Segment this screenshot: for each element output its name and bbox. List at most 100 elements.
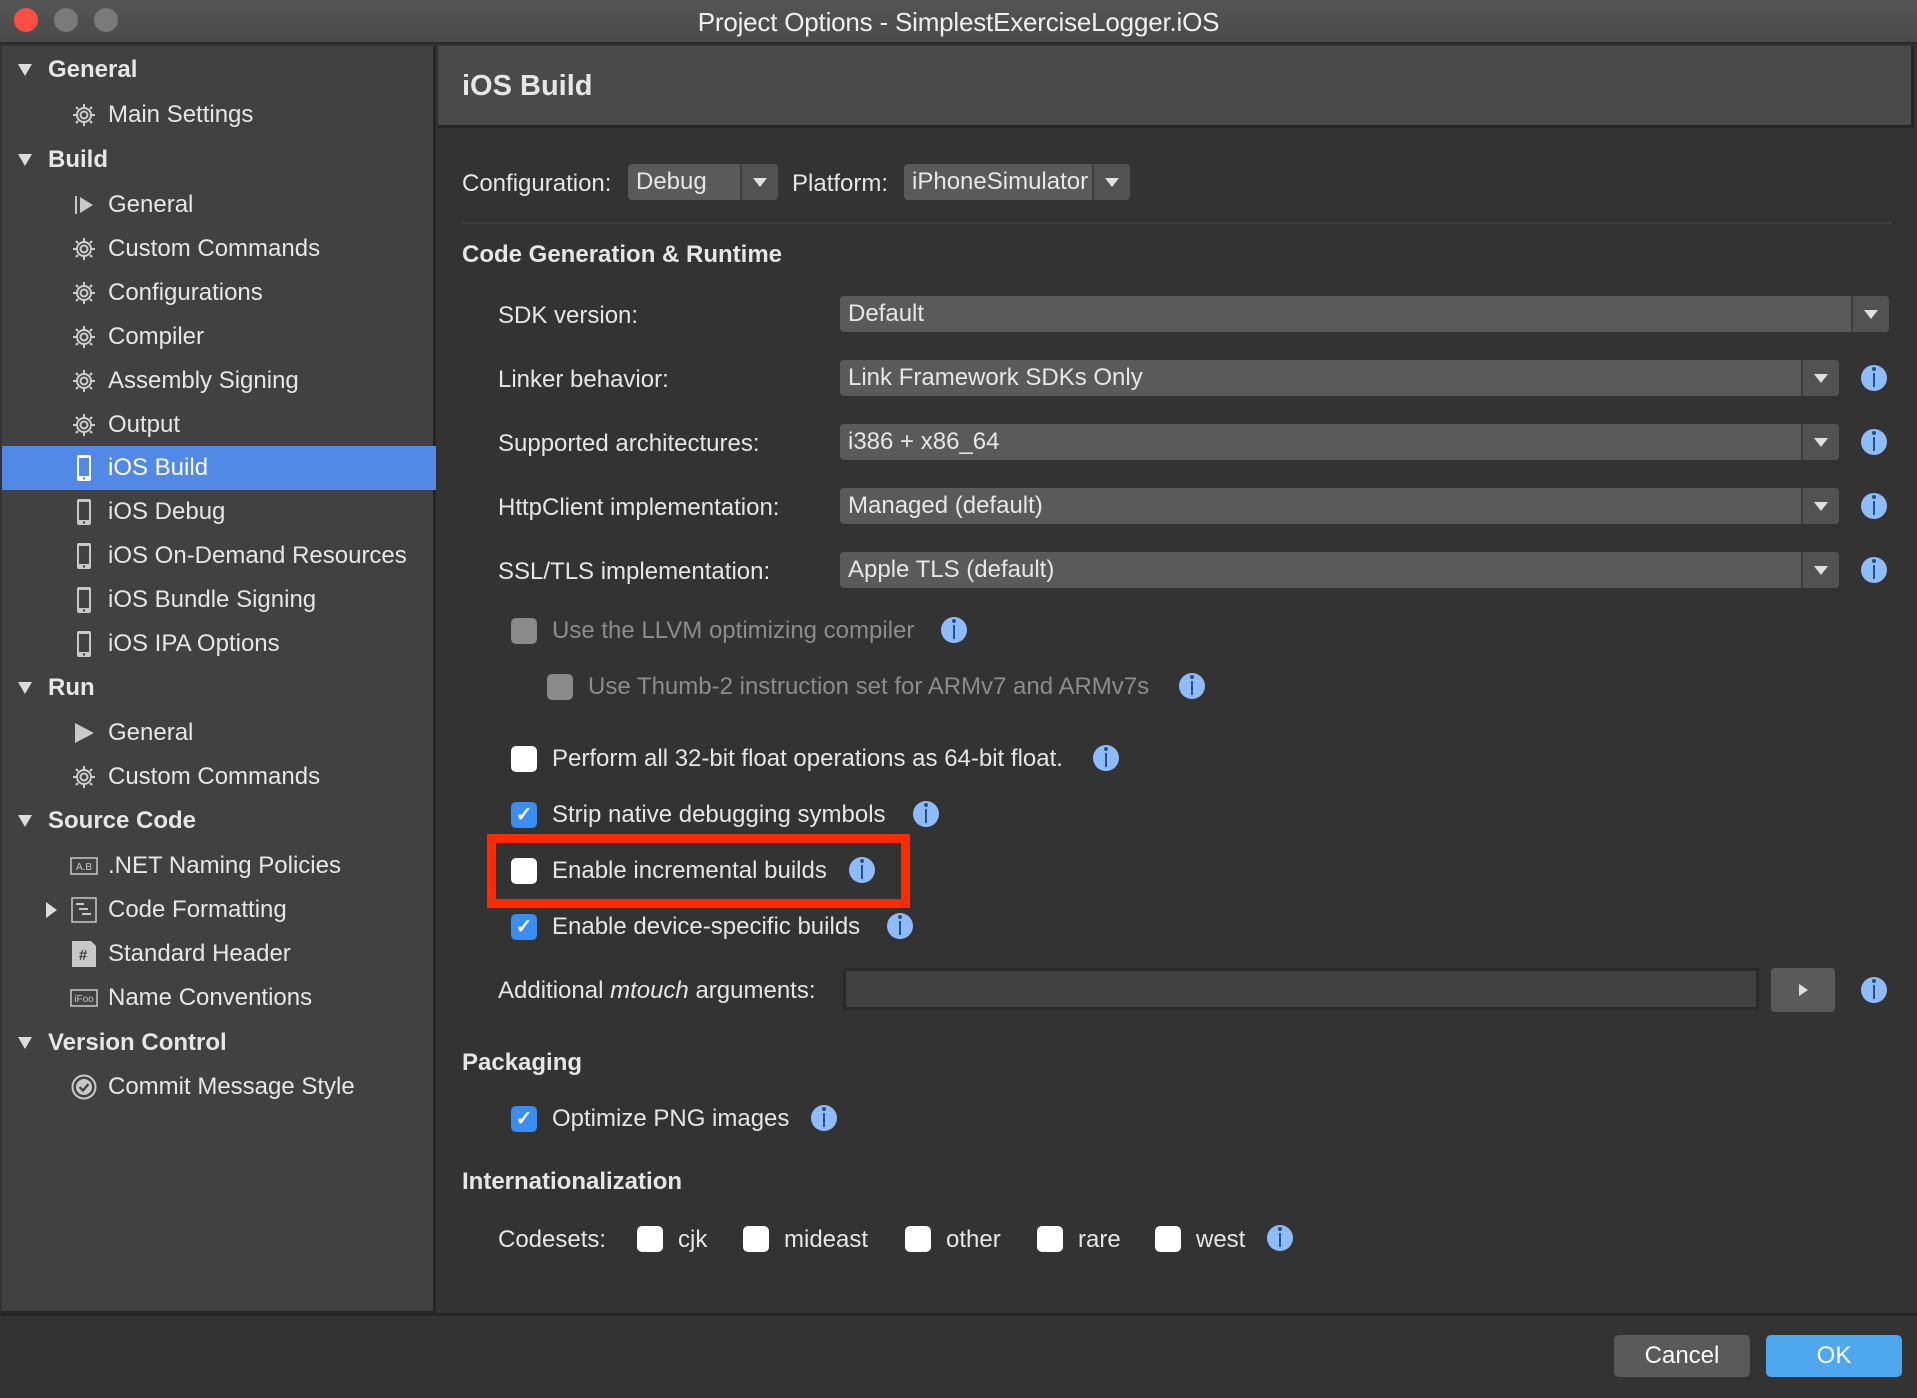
sidebar-item-name-conventions[interactable]: iFoo Name Conventions [2, 976, 436, 1020]
expanded-disclosure-icon[interactable] [18, 64, 32, 76]
linker-behavior-dropdown[interactable]: Link Framework SDKs Only [840, 360, 1839, 396]
codeset-cjk-checkbox[interactable] [637, 1226, 663, 1252]
item-label: Output [108, 411, 181, 438]
supported-architectures-dropdown[interactable]: i386 + x86_64 [840, 424, 1839, 460]
chevron-down-icon[interactable] [1851, 296, 1889, 332]
linker-behavior-label: Linker behavior: [498, 366, 669, 393]
platform-dropdown[interactable]: iPhoneSimulator [904, 164, 1130, 200]
expanded-disclosure-icon[interactable] [18, 154, 32, 166]
chevron-down-icon[interactable] [1801, 360, 1839, 396]
play-arrow-icon [1798, 984, 1808, 996]
chevron-down-icon[interactable] [1801, 488, 1839, 524]
info-icon[interactable] [1861, 557, 1887, 583]
float64-checkbox[interactable] [511, 746, 537, 772]
expanded-disclosure-icon[interactable] [18, 815, 32, 827]
info-icon[interactable] [1179, 673, 1205, 699]
thumb2-checkbox[interactable] [547, 674, 573, 700]
item-label: .NET Naming Policies [108, 852, 341, 879]
chevron-down-icon[interactable] [740, 164, 778, 200]
codeset-west-checkbox[interactable] [1155, 1226, 1181, 1252]
configuration-dropdown[interactable]: Debug [628, 164, 778, 200]
info-icon[interactable] [849, 857, 875, 883]
sdk-version-value: Default [848, 300, 925, 327]
item-label: Name Conventions [108, 984, 313, 1011]
float64-label: Perform all 32-bit float operations as 6… [552, 745, 1063, 772]
ok-button[interactable]: OK [1766, 1335, 1902, 1377]
expanded-disclosure-icon[interactable] [18, 1037, 32, 1049]
llvm-label: Use the LLVM optimizing compiler [552, 617, 915, 644]
httpclient-dropdown[interactable]: Managed (default) [840, 488, 1839, 524]
sidebar-item-custom-commands[interactable]: Custom Commands [2, 227, 436, 271]
sidebar-group-run[interactable]: Run [2, 666, 436, 710]
llvm-checkbox[interactable] [511, 618, 537, 644]
item-label: iOS IPA Options [108, 630, 280, 657]
thumb2-label: Use Thumb-2 instruction set for ARMv7 an… [588, 673, 1150, 700]
expanded-disclosure-icon[interactable] [18, 682, 32, 694]
sidebar-item-net-naming-policies[interactable]: A.B .NET Naming Policies [2, 844, 436, 888]
sidebar-item-compiler[interactable]: Compiler [2, 315, 436, 359]
phone-icon [70, 454, 98, 482]
checkmark-circle-icon [70, 1073, 98, 1101]
insert-variable-button[interactable] [1771, 968, 1835, 1012]
sidebar-item-ios-debug[interactable]: iOS Debug [2, 490, 436, 534]
codeset-other-checkbox[interactable] [905, 1226, 931, 1252]
codeset-mideast-label: mideast [784, 1226, 869, 1253]
sidebar-item-commit-message-style[interactable]: Commit Message Style [2, 1065, 436, 1109]
strip-symbols-checkbox[interactable] [511, 802, 537, 828]
sidebar-item-code-formatting[interactable]: Code Formatting [2, 888, 436, 932]
linker-behavior-value: Link Framework SDKs Only [848, 364, 1143, 391]
collapsed-disclosure-icon[interactable] [46, 902, 57, 918]
chevron-down-icon[interactable] [1801, 552, 1839, 588]
sdk-version-dropdown[interactable]: Default [840, 296, 1889, 332]
info-icon[interactable] [941, 617, 967, 643]
sidebar-item-configurations[interactable]: Configurations [2, 271, 436, 315]
item-label: Commit Message Style [108, 1073, 355, 1100]
sidebar-item-run-general[interactable]: General [2, 711, 436, 755]
cancel-button[interactable]: Cancel [1614, 1335, 1750, 1377]
info-icon[interactable] [1861, 493, 1887, 519]
footer-divider [0, 1313, 1917, 1316]
section-divider [462, 222, 1892, 224]
sidebar-group-build[interactable]: Build [2, 138, 436, 182]
chevron-down-icon[interactable] [1801, 424, 1839, 460]
sidebar-item-assembly-signing[interactable]: Assembly Signing [2, 359, 436, 403]
info-icon[interactable] [1861, 977, 1887, 1003]
sidebar-item-build-general[interactable]: General [2, 183, 436, 227]
optimize-png-checkbox[interactable] [511, 1106, 537, 1132]
info-icon[interactable] [1861, 365, 1887, 391]
info-icon[interactable] [1093, 745, 1119, 771]
info-icon[interactable] [811, 1105, 837, 1131]
mtouch-arguments-input[interactable] [843, 968, 1759, 1010]
codeset-rare-checkbox[interactable] [1037, 1226, 1063, 1252]
section-title-internationalization: Internationalization [462, 1168, 683, 1195]
sidebar-item-ios-on-demand-resources[interactable]: iOS On-Demand Resources [2, 534, 436, 578]
sidebar-group-general[interactable]: General [2, 48, 436, 92]
sidebar-item-main-settings[interactable]: Main Settings [2, 93, 436, 137]
configuration-value: Debug [636, 168, 707, 195]
sidebar-group-source-code[interactable]: Source Code [2, 799, 436, 843]
sidebar-item-ios-bundle-signing[interactable]: iOS Bundle Signing [2, 578, 436, 622]
sidebar-group-version-control[interactable]: Version Control [2, 1021, 436, 1065]
gear-icon [70, 101, 98, 129]
info-icon[interactable] [913, 801, 939, 827]
info-icon[interactable] [1267, 1225, 1293, 1251]
codeset-mideast-checkbox[interactable] [743, 1226, 769, 1252]
codeset-rare-label: rare [1078, 1226, 1121, 1253]
chevron-down-icon[interactable] [1092, 164, 1130, 200]
item-label: Custom Commands [108, 235, 321, 262]
sidebar-item-run-custom-commands[interactable]: Custom Commands [2, 755, 436, 799]
sidebar-item-ios-ipa-options[interactable]: iOS IPA Options [2, 622, 436, 666]
info-icon[interactable] [1861, 429, 1887, 455]
item-label: General [108, 191, 194, 218]
incremental-builds-checkbox[interactable] [511, 858, 537, 884]
sidebar-item-ios-build[interactable]: iOS Build [2, 446, 436, 490]
sidebar-item-output[interactable]: Output [2, 403, 436, 447]
device-specific-builds-checkbox[interactable] [511, 914, 537, 940]
item-label: Code Formatting [108, 896, 287, 923]
ssl-tls-dropdown[interactable]: Apple TLS (default) [840, 552, 1839, 588]
httpclient-label: HttpClient implementation: [498, 494, 780, 521]
group-label: Run [48, 674, 95, 701]
sidebar-item-standard-header[interactable]: # Standard Header [2, 932, 436, 976]
group-label: Source Code [48, 807, 197, 834]
info-icon[interactable] [887, 913, 913, 939]
